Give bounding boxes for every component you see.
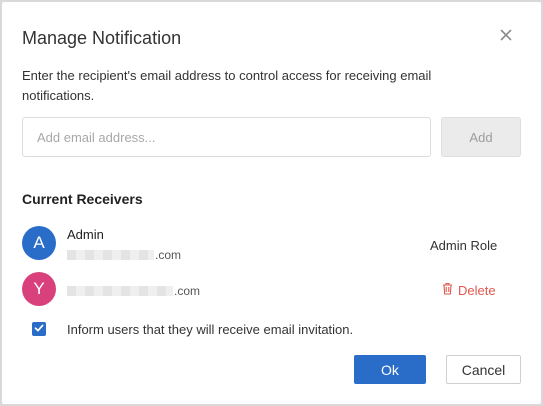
redacted-email-mask: [67, 250, 154, 260]
cancel-button[interactable]: Cancel: [446, 355, 521, 384]
delete-receiver-button[interactable]: Delete: [442, 282, 496, 300]
ok-button[interactable]: Ok: [354, 355, 426, 384]
dialog-description: Enter the recipient's email address to c…: [22, 68, 432, 103]
receiver-email-suffix: .com: [174, 284, 201, 298]
receiver-email: .com: [67, 283, 200, 299]
email-input[interactable]: [22, 117, 431, 157]
trash-icon: [442, 282, 453, 300]
invite-checkbox-label: Inform users that they will receive emai…: [67, 322, 354, 337]
receiver-name: Admin: [67, 227, 104, 242]
delete-label: Delete: [458, 283, 496, 298]
close-button[interactable]: [496, 27, 516, 47]
check-icon: [34, 320, 44, 338]
receiver-email: .com: [67, 247, 181, 263]
avatar: Y: [22, 272, 56, 306]
dialog-title: Manage Notification: [22, 28, 182, 48]
manage-notification-dialog: Manage Notification Enter the recipient'…: [2, 2, 541, 404]
close-icon: [500, 28, 512, 46]
redacted-email-mask: [67, 286, 173, 296]
current-receivers-heading: Current Receivers: [22, 191, 143, 207]
invite-checkbox[interactable]: [32, 322, 46, 336]
receiver-email-suffix: .com: [155, 248, 182, 262]
admin-role-label: Admin Role: [430, 238, 498, 253]
add-button[interactable]: Add: [441, 117, 521, 157]
avatar: A: [22, 226, 56, 260]
